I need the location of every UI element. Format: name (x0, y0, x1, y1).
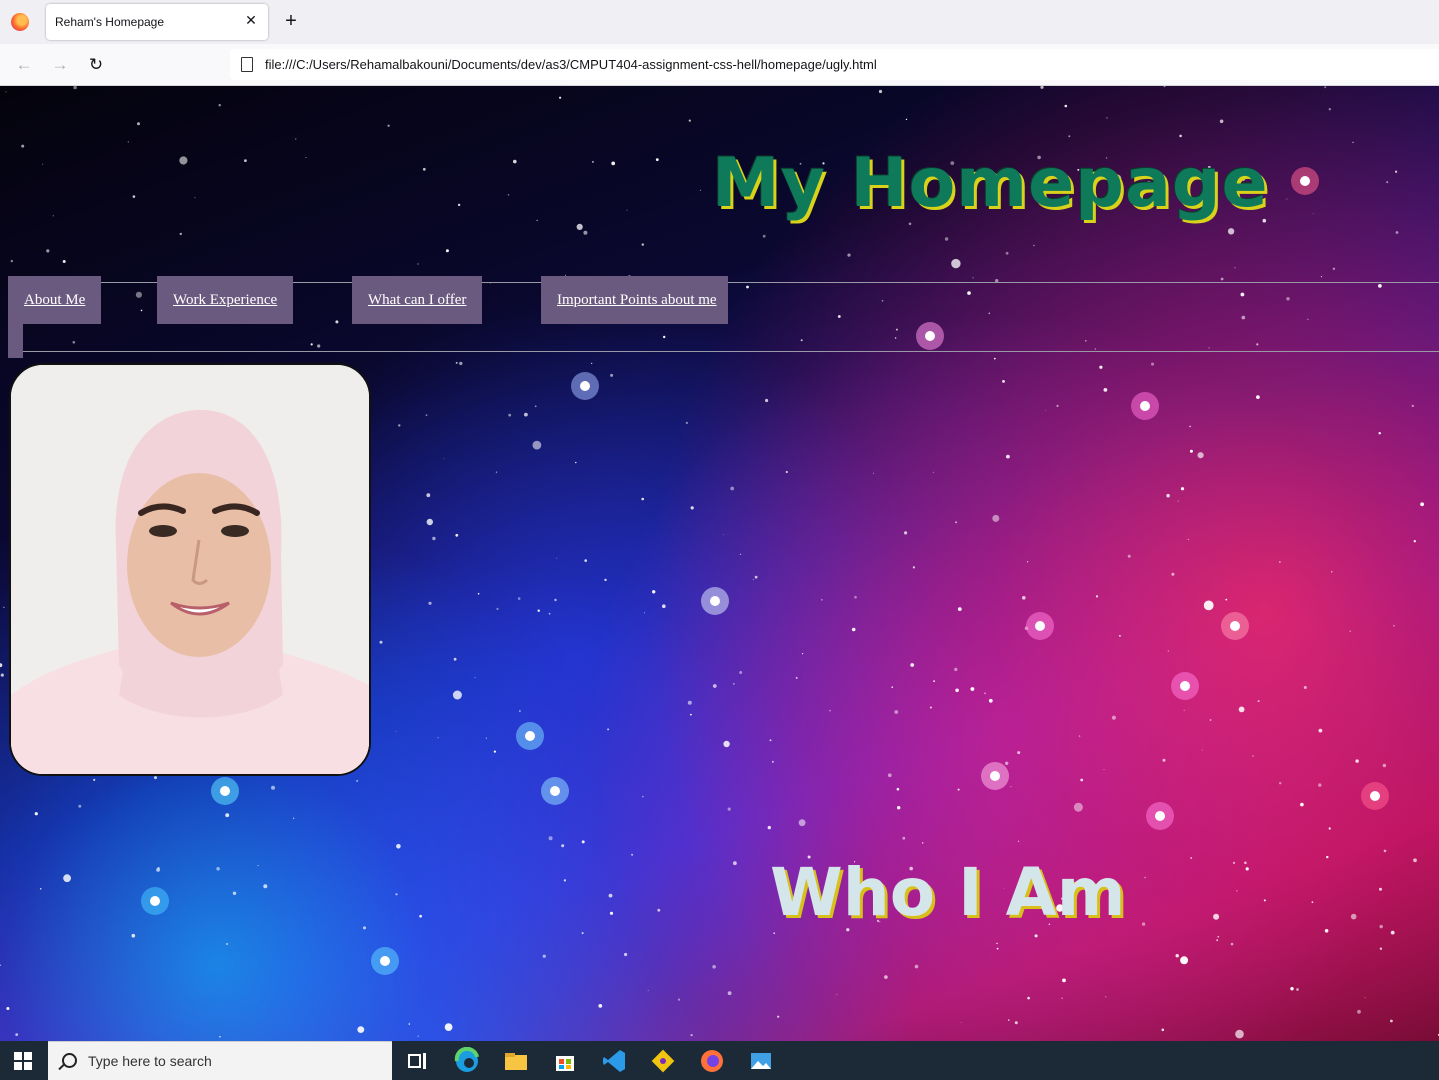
photos-icon[interactable] (747, 1047, 775, 1075)
reload-icon[interactable]: ↻ (85, 54, 107, 76)
profile-photo (9, 363, 371, 776)
windows-start-icon[interactable] (14, 1052, 32, 1070)
file-explorer-icon[interactable] (502, 1047, 530, 1075)
navigation-toolbar: ← → ↻ file:///C:/Users/Rehamalbakouni/Do… (0, 44, 1439, 86)
browser-tab[interactable]: Reham's Homepage ✕ (46, 4, 268, 40)
nav-link-what-can-i-offer[interactable]: What can I offer (352, 276, 483, 324)
forward-arrow-icon[interactable]: → (49, 54, 71, 76)
task-view-icon[interactable] (404, 1047, 432, 1075)
git-icon[interactable] (649, 1047, 677, 1075)
new-tab-icon[interactable]: + (280, 10, 302, 32)
store-icon[interactable] (551, 1047, 579, 1075)
url-text[interactable]: file:///C:/Users/Rehamalbakouni/Document… (265, 57, 877, 72)
taskbar-search-box[interactable]: Type here to search (48, 1041, 392, 1080)
nav-border-bottom (8, 351, 1439, 352)
edge-icon[interactable] (453, 1047, 481, 1075)
firefox-icon[interactable] (698, 1047, 726, 1075)
address-bar[interactable]: file:///C:/Users/Rehamalbakouni/Document… (230, 49, 1439, 80)
page-icon (241, 57, 253, 72)
nav-decoration (8, 324, 23, 358)
firefox-menu-icon[interactable] (11, 13, 29, 31)
nav-link-about-me[interactable]: About Me (8, 276, 102, 324)
section-heading: Who I Am (770, 854, 1126, 931)
back-arrow-icon[interactable]: ← (13, 54, 35, 76)
taskbar: Type here to search (0, 1041, 1439, 1080)
tab-title: Reham's Homepage (55, 15, 165, 29)
vscode-icon[interactable] (600, 1047, 628, 1075)
nav-link-work-experience[interactable]: Work Experience (157, 276, 294, 324)
page-title: My Homepage (712, 144, 1269, 223)
close-tab-icon[interactable]: ✕ (242, 11, 260, 29)
search-icon (62, 1053, 77, 1068)
search-placeholder: Type here to search (88, 1053, 212, 1069)
nav-link-important-points[interactable]: Important Points about me (541, 276, 728, 324)
tab-strip: Reham's Homepage ✕ + (0, 0, 1439, 44)
page-viewport: My Homepage About Me Work Experience Wha… (0, 86, 1439, 1041)
